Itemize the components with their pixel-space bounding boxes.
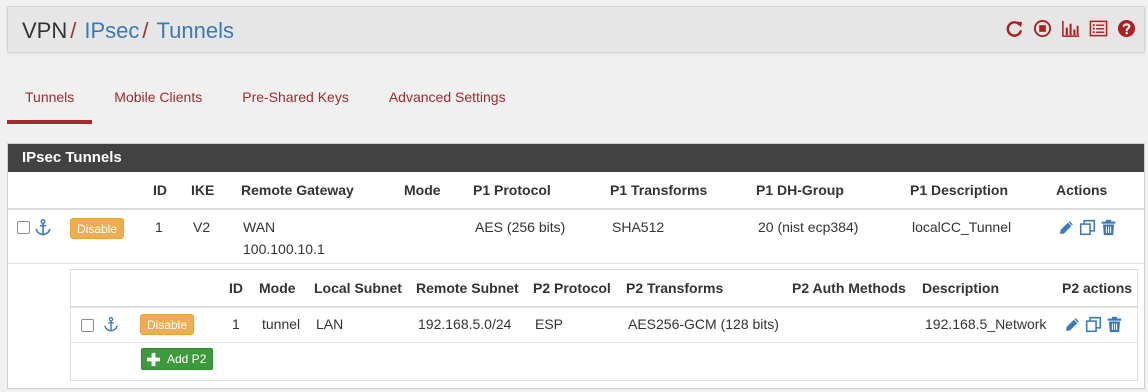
breadcrumb-ipsec[interactable]: IPsec [84,18,139,43]
p2-table-row: Disable 1 tunnel LAN 192.168.5.0/24 ESP … [71,308,1137,343]
p2-mode: tunnel [262,316,301,332]
tab-advanced-settings[interactable]: Advanced Settings [371,84,524,124]
tab-mobile-clients[interactable]: Mobile Clients [96,84,220,124]
breadcrumb-separator: / [70,18,77,43]
copy-icon[interactable] [1079,218,1096,237]
p2-header-description: Description [922,280,1000,296]
edit-pencil-icon[interactable] [1064,315,1081,334]
p2-header-remote-subnet: Remote Subnet [416,280,519,296]
p2-header-p2-transforms: P2 Transforms [626,280,724,296]
p1-header-p1-description: P1 Description [910,182,1009,198]
add-p2-label: Add P2 [167,352,207,366]
p1-description: localCC_Tunnel [912,219,1012,235]
edit-pencil-icon[interactable] [1058,218,1075,237]
panel-title: IPsec Tunnels [8,144,1144,172]
p2-header-id: ID [229,280,243,296]
status-graph-icon[interactable] [1061,19,1080,38]
copy-icon[interactable] [1085,315,1102,334]
tab-pre-shared-keys[interactable]: Pre-Shared Keys [224,84,367,124]
p1-ike: V2 [193,219,211,235]
p2-id: 1 [232,316,240,332]
p1-interface: WAN [243,219,276,235]
p1-header-id: ID [153,182,167,198]
delete-trash-icon[interactable] [1106,315,1123,334]
p1-transforms: SHA512 [612,219,665,235]
anchor-icon[interactable] [103,316,119,333]
p2-footer: Add P2 [71,343,1137,380]
p1-table-header: ID IKE Remote Gateway Mode P1 Protocol P… [8,172,1144,210]
p2-table: ID Mode Local Subnet Remote Subnet P2 Pr… [70,269,1138,381]
p1-dh-group: 20 (nist ecp384) [758,219,859,235]
p2-header-mode: Mode [259,280,296,296]
p1-header-ike: IKE [191,182,215,198]
log-list-icon[interactable] [1089,19,1108,38]
p1-disable-button[interactable]: Disable [70,218,125,239]
p1-remote-gateway: 100.100.10.1 [243,241,325,257]
add-p2-button[interactable]: Add P2 [141,348,214,370]
p2-remote-subnet: 192.168.5.0/24 [418,316,512,332]
p1-header-remote-gateway: Remote Gateway [241,182,354,198]
tab-tunnels[interactable]: Tunnels [7,84,93,124]
p2-header-p2-auth-methods: P2 Auth Methods [792,280,906,296]
p1-id: 1 [155,219,163,235]
p2-local-subnet: LAN [316,316,344,332]
breadcrumb-tunnels[interactable]: Tunnels [157,18,234,43]
p1-header-p1-protocol: P1 Protocol [473,182,551,198]
p2-disable-button[interactable]: Disable [140,314,195,335]
p2-transforms: AES256-GCM (128 bits) [628,316,779,332]
tab-bar: Tunnels Mobile Clients Pre-Shared Keys A… [7,84,528,124]
restart-service-icon[interactable] [1005,19,1024,38]
p1-select-checkbox[interactable] [17,221,30,234]
p1-table-row: Disable 1 V2 WAN 100.100.10.1 AES (256 b… [8,210,1144,264]
breadcrumb: VPN / IPsec / Tunnels [22,18,234,44]
ipsec-tunnels-panel: IPsec Tunnels ID IKE Remote Gateway Mode… [7,143,1145,389]
p2-protocol: ESP [535,316,564,332]
stop-service-icon[interactable] [1033,19,1052,38]
header-icon-group [1005,19,1136,38]
breadcrumb-separator: / [142,18,149,43]
p1-header-p1-transforms: P1 Transforms [610,182,708,198]
p1-protocol: AES (256 bits) [475,219,566,235]
p1-header-actions: Actions [1056,182,1108,198]
p2-description: 192.168.5_Network [925,316,1047,332]
p2-header-p2-protocol: P2 Protocol [533,280,611,296]
p2-table-header: ID Mode Local Subnet Remote Subnet P2 Pr… [71,270,1137,308]
p2-header-local-subnet: Local Subnet [314,280,402,296]
p2-header-p2-actions: P2 actions [1062,280,1133,296]
p1-header-mode: Mode [404,182,441,198]
plus-icon [146,352,161,366]
breadcrumb-vpn: VPN [22,18,68,43]
delete-trash-icon[interactable] [1100,218,1117,237]
p1-header-p1-dh-group: P1 DH-Group [756,182,844,198]
help-icon[interactable] [1117,19,1136,38]
page-header: VPN / IPsec / Tunnels [7,6,1145,53]
p2-select-checkbox[interactable] [81,319,94,332]
anchor-icon[interactable] [34,218,52,237]
